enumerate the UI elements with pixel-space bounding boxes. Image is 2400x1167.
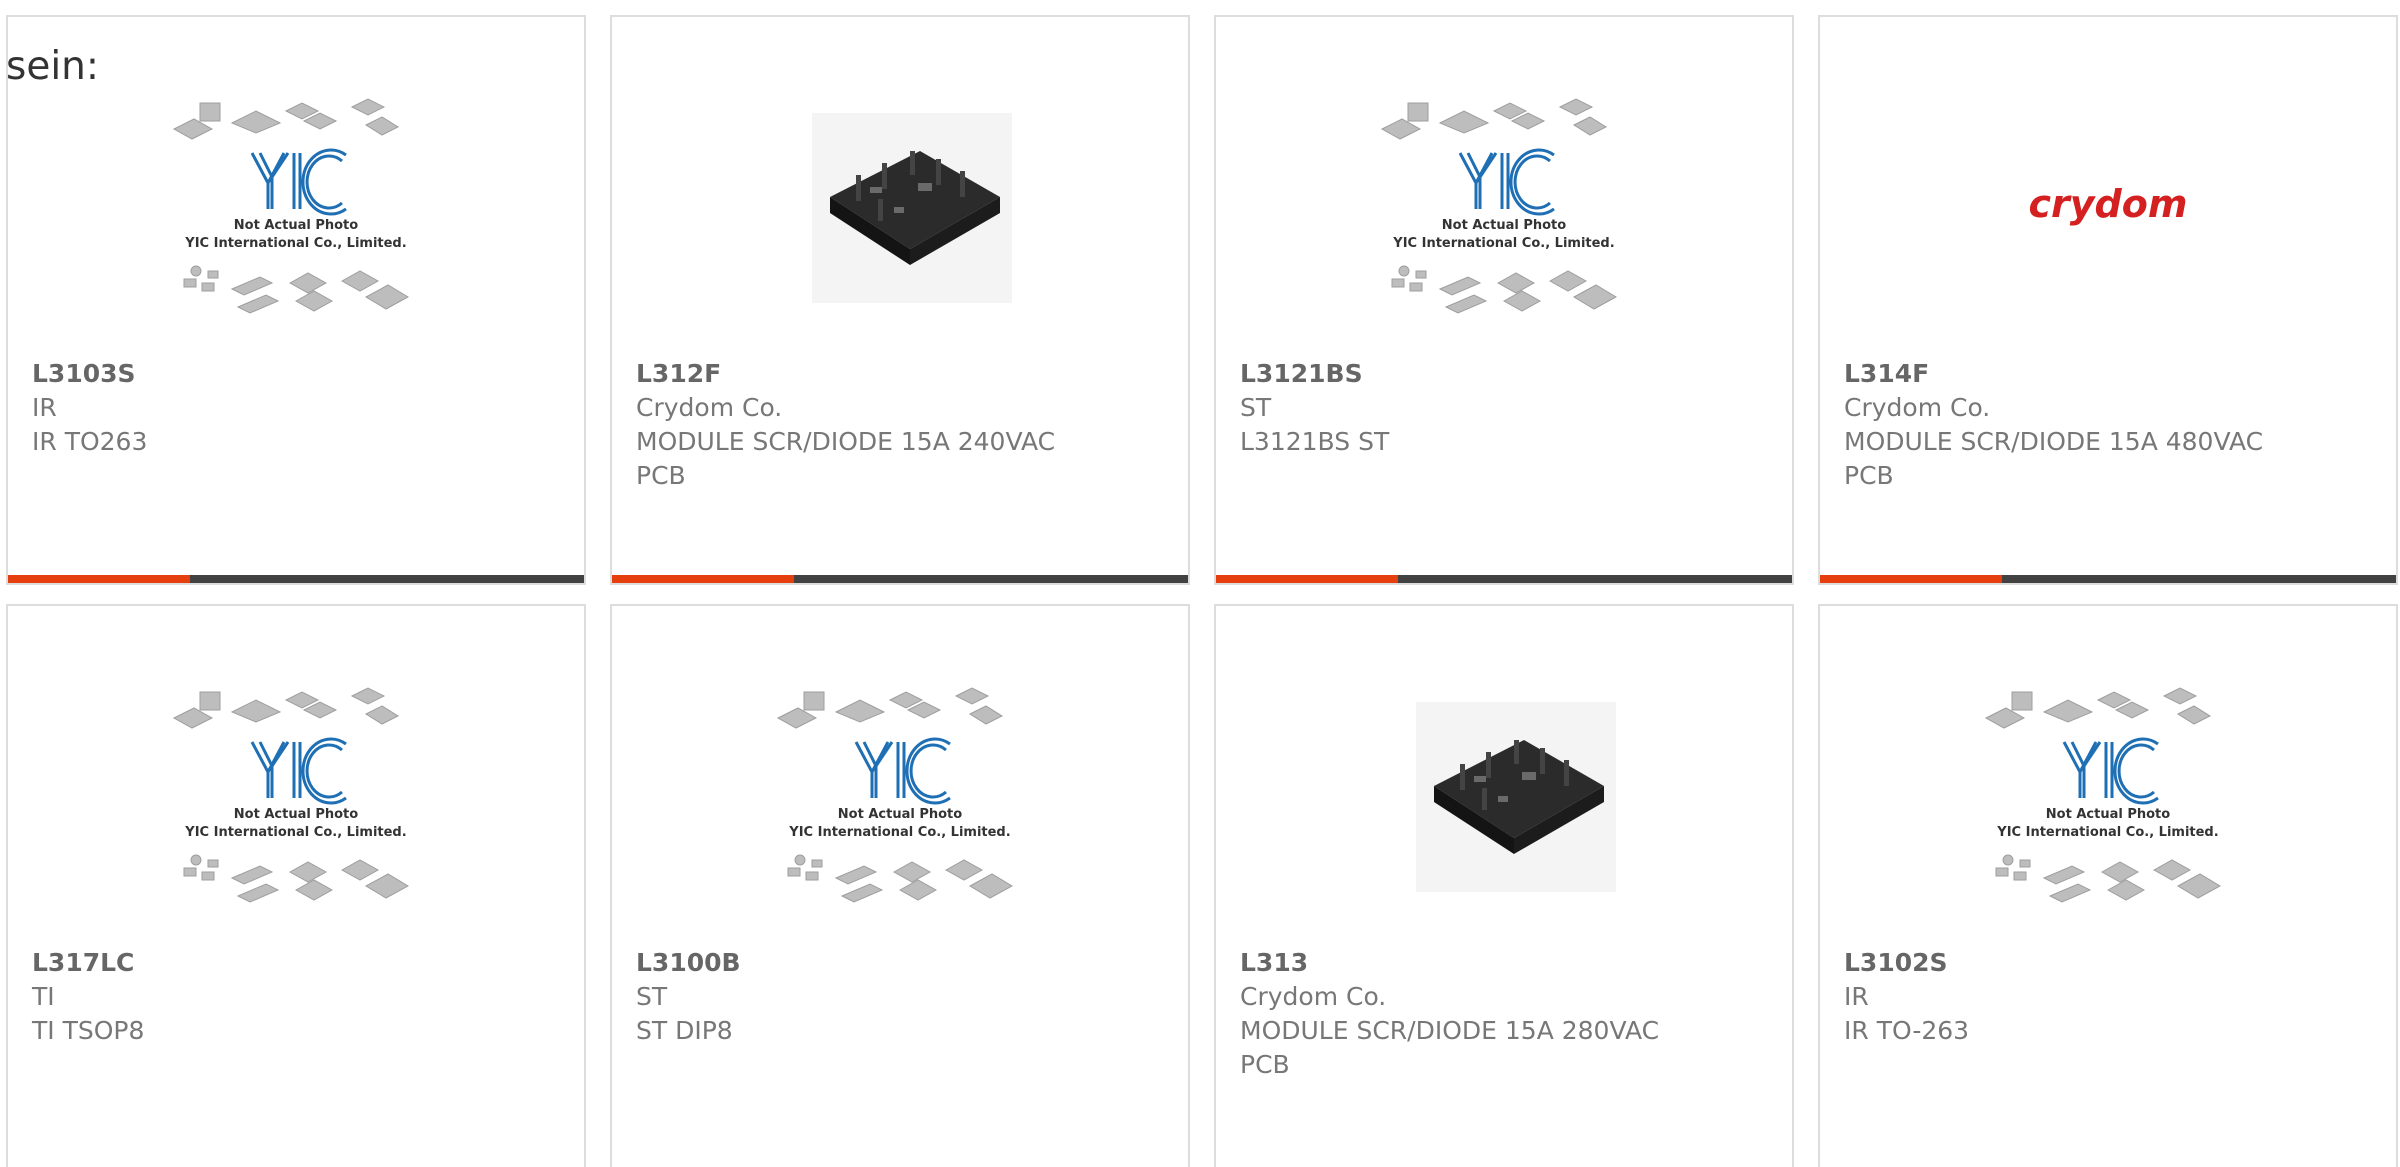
description-line: MODULE SCR/DIODE 15A 280VAC — [1240, 1016, 1660, 1045]
part-number-link[interactable]: L3102S — [1844, 946, 2376, 980]
card-accent-stripe — [612, 575, 794, 583]
product-thumbnail[interactable]: Not Actual Photo YIC International Co., … — [1968, 676, 2248, 916]
yic-placeholder-image: Not Actual Photo YIC International Co., … — [172, 98, 410, 314]
product-info: L3102S IR IR TO-263 — [1844, 946, 2376, 1048]
product-info: L317LC TI TI TSOP8 — [32, 946, 564, 1048]
description-line: L3121BS ST — [1240, 427, 1390, 456]
part-number-link[interactable]: L313 — [1240, 946, 1772, 980]
product-thumbnail[interactable]: Not Actual Photo YIC International Co., … — [1364, 87, 1644, 327]
product-card[interactable]: Not Actual Photo YIC International Co., … — [1214, 15, 1794, 585]
manufacturer: Crydom Co. — [1240, 982, 1387, 1011]
card-bottom-bar — [8, 575, 584, 583]
placeholder-caption-line1: Not Actual Photo — [838, 807, 962, 822]
card-bottom-bar — [1820, 575, 2396, 583]
product-thumbnail[interactable]: Not Actual Photo YIC International Co., … — [760, 676, 1040, 916]
product-thumbnail[interactable]: crydom — [1968, 87, 2248, 327]
crydom-logo-image: crydom — [2029, 182, 2188, 226]
manufacturer: IR — [1844, 982, 1869, 1011]
yic-placeholder-image: Not Actual Photo YIC International Co., … — [172, 687, 410, 903]
placeholder-caption-line1: Not Actual Photo — [2046, 807, 2170, 822]
module-photo-image — [1416, 702, 1616, 892]
product-info: L312F Crydom Co. MODULE SCR/DIODE 15A 240V… — [636, 357, 1168, 493]
placeholder-caption-line2: YIC International Co., Limited. — [1392, 236, 1614, 251]
module-photo-image — [812, 113, 1012, 303]
manufacturer: IR — [32, 393, 57, 422]
manufacturer: TI — [32, 982, 55, 1011]
manufacturer: ST — [636, 982, 668, 1011]
placeholder-caption-line2: YIC International Co., Limited. — [788, 825, 1010, 840]
crydom-logo-text: crydom — [2029, 182, 2188, 226]
card-accent-stripe — [1216, 575, 1398, 583]
part-number-link[interactable]: L3121BS — [1240, 357, 1772, 391]
product-info: L314F Crydom Co. MODULE SCR/DIODE 15A 480V… — [1844, 357, 2376, 493]
description-line: MODULE SCR/DIODE 15A 240VAC — [636, 427, 1056, 456]
manufacturer: Crydom Co. — [1844, 393, 1991, 422]
description-line: IR TO263 — [32, 427, 148, 456]
description-line: IR TO-263 — [1844, 1016, 1970, 1045]
product-card[interactable]: Not Actual Photo YIC International Co., … — [1818, 604, 2398, 1167]
product-info: L3100B ST ST DIP8 — [636, 946, 1168, 1048]
description-line: PCB — [1240, 1050, 1290, 1079]
yic-placeholder-image: Not Actual Photo YIC International Co., … — [776, 687, 1014, 903]
manufacturer: ST — [1240, 393, 1272, 422]
part-number-link[interactable]: L3103S — [32, 357, 564, 391]
card-bottom-bar — [1216, 575, 1792, 583]
placeholder-caption-line2: YIC International Co., Limited. — [184, 236, 406, 251]
description-line: PCB — [636, 461, 686, 490]
placeholder-caption-line1: Not Actual Photo — [234, 807, 358, 822]
product-thumbnail[interactable] — [760, 87, 1040, 327]
card-bottom-bar — [612, 575, 1188, 583]
placeholder-caption-line2: YIC International Co., Limited. — [1996, 825, 2218, 840]
part-number-link[interactable]: L314F — [1844, 357, 2376, 391]
manufacturer: Crydom Co. — [636, 393, 783, 422]
card-accent-stripe — [8, 575, 190, 583]
product-thumbnail[interactable]: Not Actual Photo YIC International Co., … — [156, 676, 436, 916]
placeholder-caption-line1: Not Actual Photo — [234, 218, 358, 233]
yic-placeholder-image: Not Actual Photo YIC International Co., … — [1380, 98, 1618, 314]
placeholder-caption-line1: Not Actual Photo — [1442, 218, 1566, 233]
product-info: L3121BS ST L3121BS ST — [1240, 357, 1772, 459]
product-card[interactable]: crydom L314F Crydom Co. MODULE SCR/DIODE 1… — [1818, 15, 2398, 585]
part-number-link[interactable]: L3100B — [636, 946, 1168, 980]
product-card[interactable]: Not Actual Photo YIC International Co., … — [610, 604, 1190, 1167]
product-card[interactable]: L312F Crydom Co. MODULE SCR/DIODE 15A 240V… — [610, 15, 1190, 585]
product-card[interactable]: Not Actual Photo YIC International Co., … — [6, 15, 586, 585]
product-thumbnail[interactable] — [1364, 676, 1644, 916]
description-line: ST DIP8 — [636, 1016, 733, 1045]
product-info: L3103S IR IR TO263 — [32, 357, 564, 459]
product-info: L313 Crydom Co. MODULE SCR/DIODE 15A 280VA… — [1240, 946, 1772, 1082]
product-card[interactable]: Not Actual Photo YIC International Co., … — [6, 604, 586, 1167]
product-card[interactable]: L313 Crydom Co. MODULE SCR/DIODE 15A 280VA… — [1214, 604, 1794, 1167]
product-thumbnail[interactable]: Not Actual Photo YIC International Co., … — [156, 87, 436, 327]
placeholder-caption-line2: YIC International Co., Limited. — [184, 825, 406, 840]
description-line: MODULE SCR/DIODE 15A 480VAC — [1844, 427, 2264, 456]
description-line: TI TSOP8 — [32, 1016, 145, 1045]
description-line: PCB — [1844, 461, 1894, 490]
intro-text: sein: — [6, 44, 100, 89]
card-accent-stripe — [1820, 575, 2002, 583]
part-number-link[interactable]: L312F — [636, 357, 1168, 391]
part-number-link[interactable]: L317LC — [32, 946, 564, 980]
yic-placeholder-image: Not Actual Photo YIC International Co., … — [1984, 687, 2222, 903]
